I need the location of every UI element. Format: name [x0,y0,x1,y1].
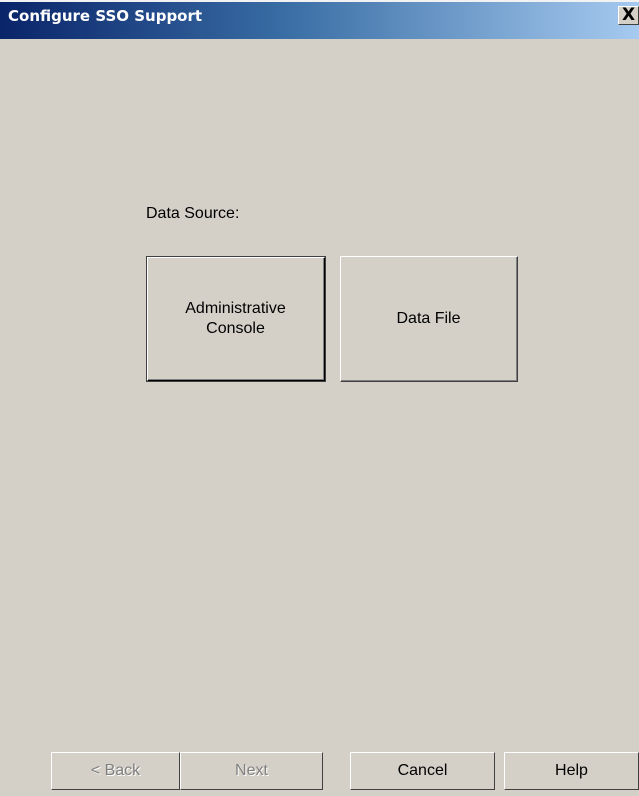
cancel-button[interactable]: Cancel [350,752,495,790]
configure-sso-dialog: Configure SSO Support X Data Source: Adm… [0,0,639,796]
administrative-console-label-line1: Administrative [185,299,286,317]
window-title: Configure SSO Support [8,7,203,25]
administrative-console-button-face: Administrative Console [148,258,324,380]
data-source-label: Data Source: [146,205,240,222]
title-bar[interactable]: Configure SSO Support X [0,0,639,39]
administrative-console-label-line2: Console [206,319,265,337]
administrative-console-label: Administrative Console [185,299,285,339]
close-button[interactable]: X [618,5,639,25]
administrative-console-button[interactable]: Administrative Console [146,256,326,382]
close-icon: X [622,5,636,25]
next-button[interactable]: Next [180,752,323,790]
help-button[interactable]: Help [504,752,639,790]
data-file-button-face: Data File [341,257,517,381]
data-file-label: Data File [396,309,461,327]
data-file-button[interactable]: Data File [340,256,518,382]
back-button[interactable]: < Back [51,752,180,790]
